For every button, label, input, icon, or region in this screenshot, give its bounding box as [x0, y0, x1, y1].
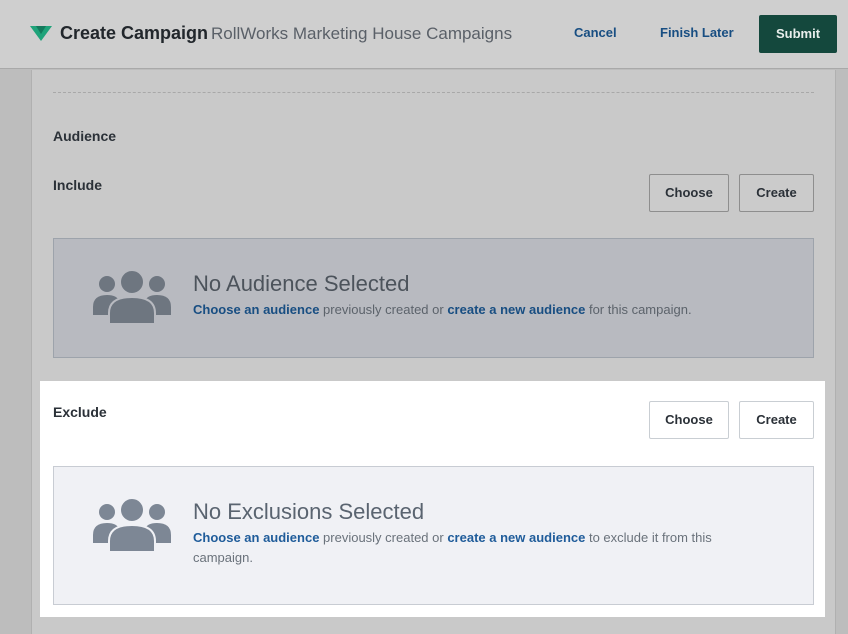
include-heading: Include	[53, 177, 103, 193]
submit-button[interactable]: Submit	[759, 15, 837, 53]
include-empty-title: No Audience Selected	[193, 271, 410, 296]
include-desc-text-end: for this campaign.	[585, 302, 692, 317]
exclude-create-button[interactable]: Create	[739, 401, 814, 439]
include-empty-description: Choose an audience previously created or…	[193, 300, 753, 320]
choose-audience-link[interactable]: Choose an audience	[193, 530, 319, 545]
include-choose-button[interactable]: Choose	[649, 174, 729, 212]
finish-later-button[interactable]: Finish Later	[660, 25, 734, 41]
rollworks-logo-icon	[30, 26, 52, 41]
create-audience-link[interactable]: create a new audience	[447, 302, 585, 317]
campaign-group-name: RollWorks Marketing House Campaigns	[211, 24, 513, 43]
include-create-button[interactable]: Create	[739, 174, 814, 212]
page-title: Create Campaign	[60, 23, 209, 43]
exclude-desc-text-mid: previously created or	[319, 530, 448, 545]
exclude-choose-button[interactable]: Choose	[649, 401, 729, 439]
users-group-icon	[93, 497, 171, 553]
exclude-empty-description: Choose an audience previously created or…	[193, 528, 753, 568]
users-group-icon	[93, 269, 171, 325]
include-empty-state: No Audience Selected Choose an audience …	[53, 238, 814, 358]
exclude-heading: Exclude	[53, 404, 107, 420]
cancel-button[interactable]: Cancel	[574, 25, 617, 41]
exclude-empty-title: No Exclusions Selected	[193, 499, 425, 524]
create-audience-link[interactable]: create a new audience	[447, 530, 585, 545]
top-bar: Create Campaign RollWorks Marketing Hous…	[0, 0, 848, 69]
exclude-empty-state: No Exclusions Selected Choose an audienc…	[53, 466, 814, 605]
section-divider	[53, 92, 814, 93]
audience-heading: Audience	[53, 128, 117, 144]
include-desc-text-mid: previously created or	[319, 302, 448, 317]
choose-audience-link[interactable]: Choose an audience	[193, 302, 319, 317]
